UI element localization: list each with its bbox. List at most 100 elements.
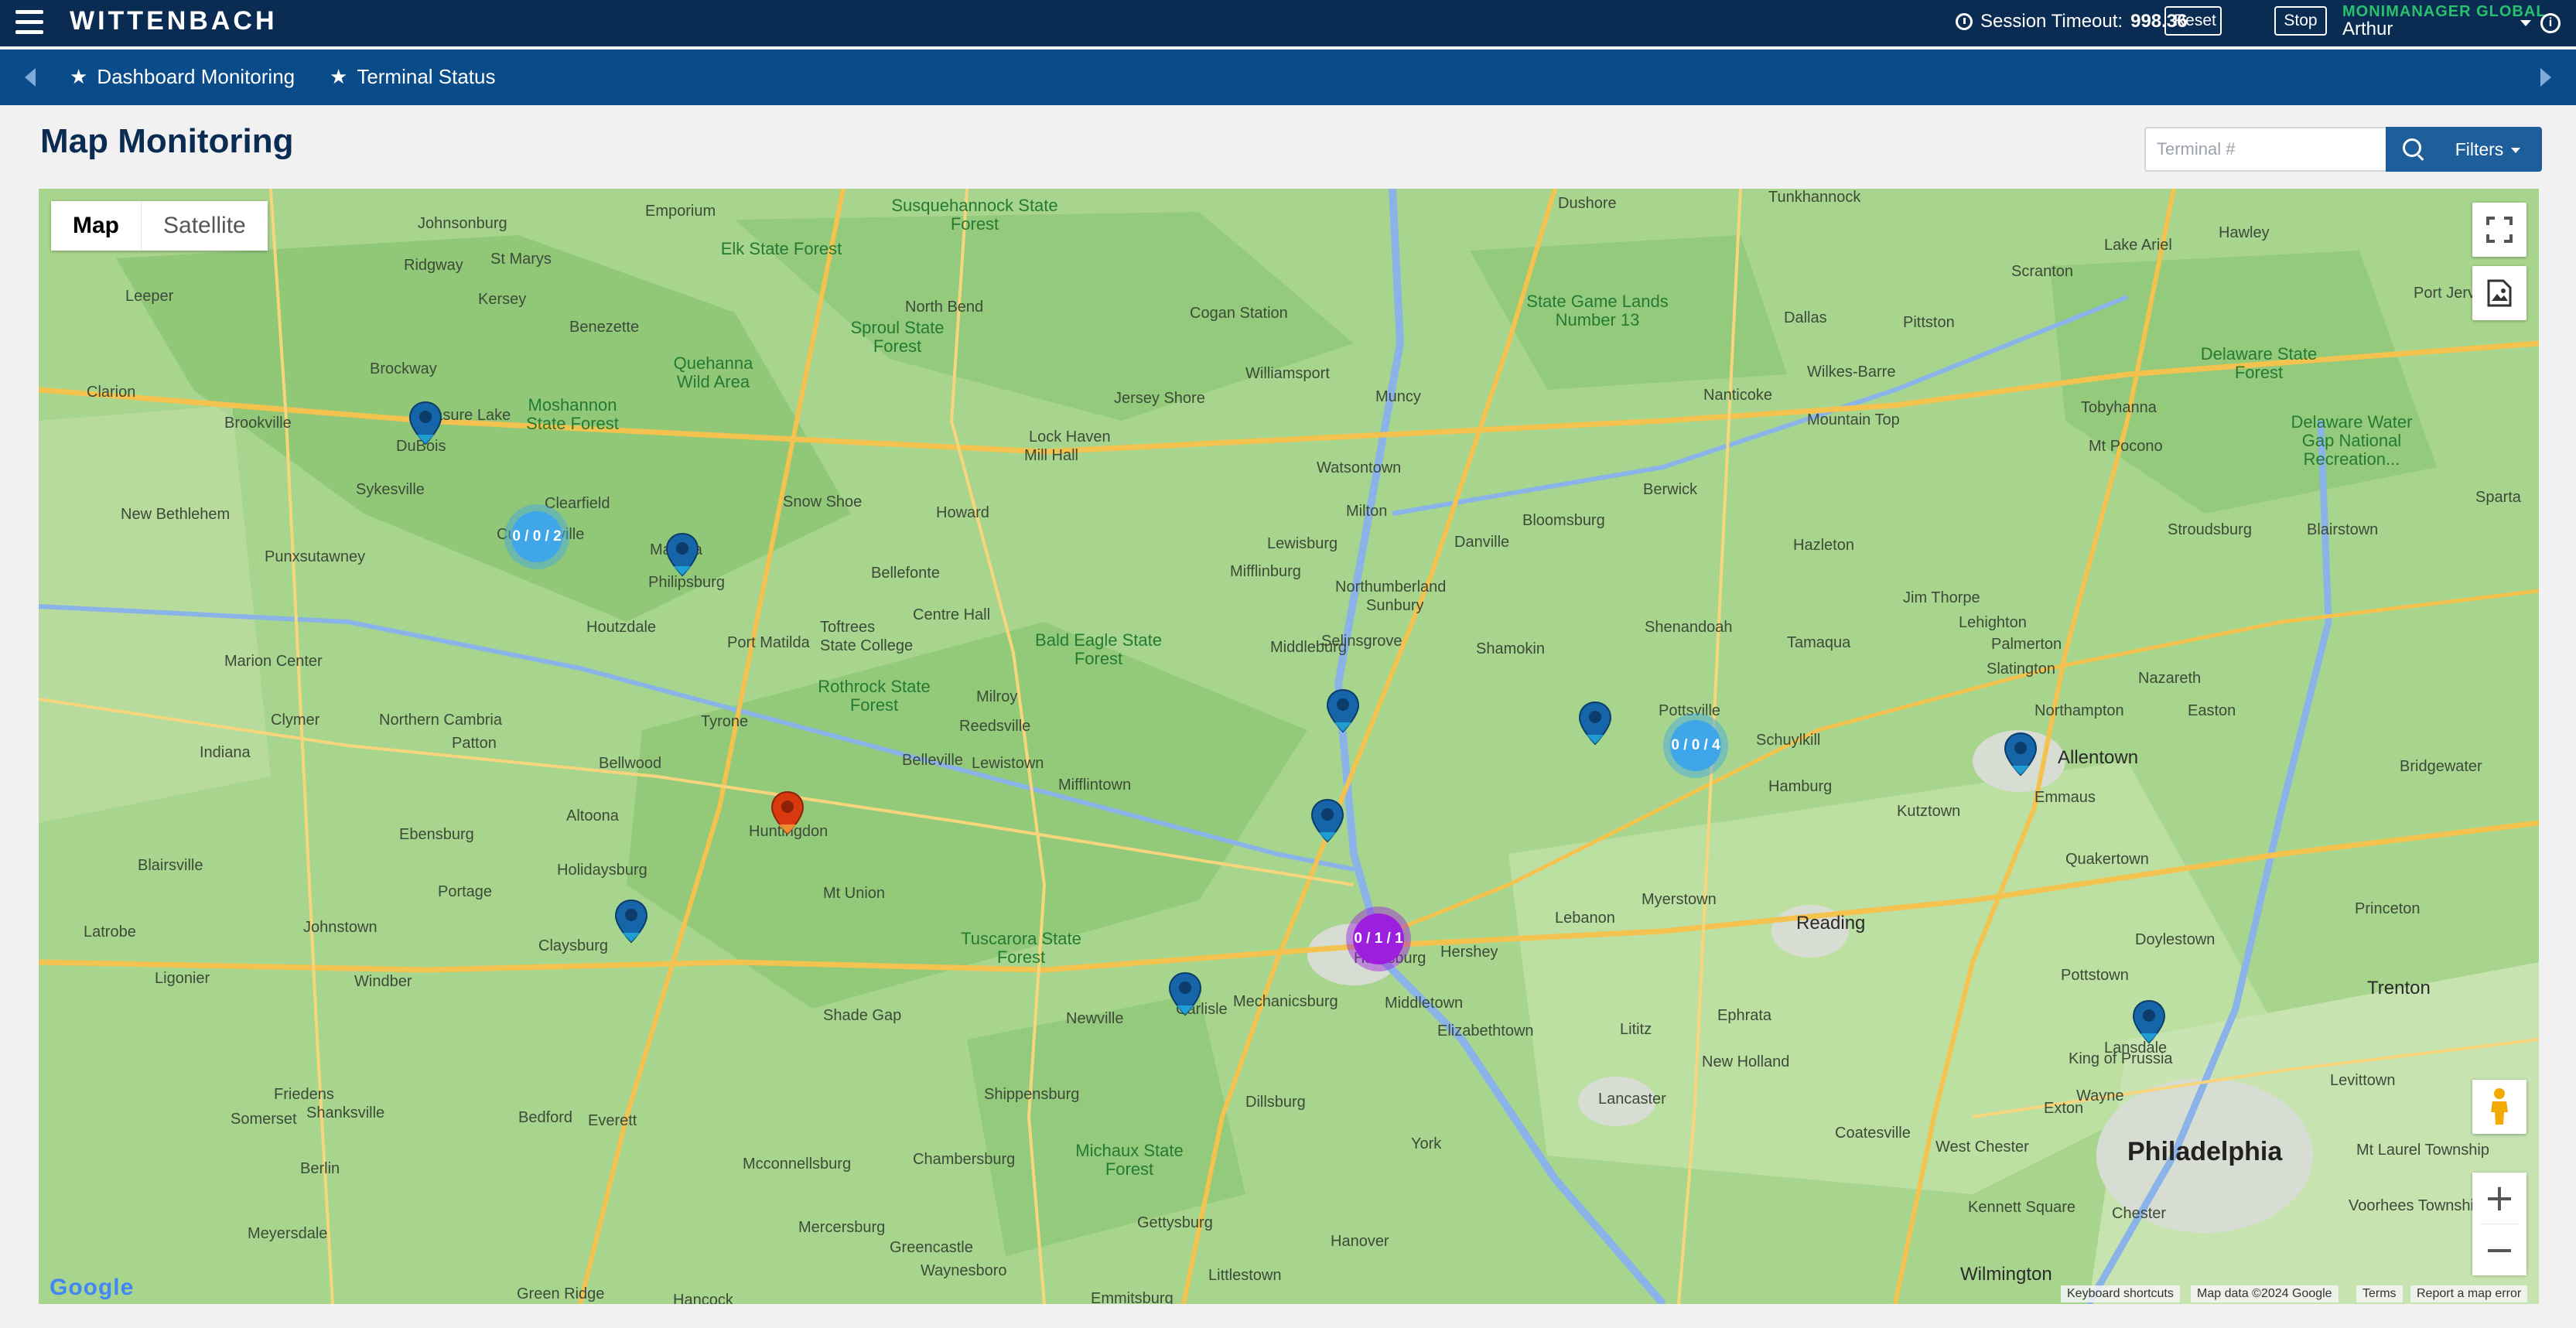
map-place-label: Tuscarora State Forest	[961, 929, 1081, 967]
map-place-label: Mechanicsburg	[1233, 993, 1338, 1010]
terminal-cluster[interactable]: 0 / 0 / 2	[504, 504, 569, 569]
map-place-label: Elk State Forest	[720, 239, 842, 258]
map-place-label: Claysburg	[538, 937, 609, 954]
top-bar: WITTENBACH Session Timeout: 998.36 Reset…	[0, 0, 2576, 46]
map-place-label: Windber	[354, 973, 412, 990]
map-place-label: Everett	[588, 1112, 637, 1129]
terminal-pin-icon[interactable]	[614, 899, 648, 944]
map-place-label: Palmerton	[1991, 636, 2062, 653]
map-place-label: Bellefonte	[871, 565, 940, 582]
map-place-label: Lock Haven	[1029, 428, 1111, 446]
map-place-label: Tamaqua	[1787, 634, 1851, 651]
keyboard-shortcuts-link[interactable]: Keyboard shortcuts	[2061, 1285, 2180, 1302]
map-place-label: Susquehannock State Forest	[891, 196, 1058, 234]
terminal-search-input[interactable]	[2144, 127, 2386, 172]
terminal-pin-icon[interactable]	[1578, 701, 1612, 746]
terminal-cluster[interactable]: 0 / 1 / 1	[1346, 906, 1411, 971]
map-place-label: Mill Hall	[1024, 447, 1078, 464]
map-place-label: Snow Shoe	[783, 493, 863, 510]
star-icon: ★	[330, 65, 348, 88]
map-place-label: Mountain Top	[1807, 411, 1900, 428]
map-canvas[interactable]: Johnsonburg Ridgway St Marys Emporium Ke…	[39, 189, 2539, 1304]
map-place-label: Mifflintown	[1058, 777, 1132, 794]
map-place-label: Voorhees Township	[2349, 1197, 2483, 1214]
map-place-label: Littlestown	[1208, 1267, 1282, 1284]
map-place-label: Trenton	[2367, 978, 2431, 999]
tab-dashboard-monitoring[interactable]: ★ Dashboard Monitoring	[70, 65, 295, 89]
tab-terminal-status[interactable]: ★ Terminal Status	[330, 65, 496, 89]
alarm-clock-icon	[1956, 13, 1973, 30]
zoom-in-button[interactable]: +	[2472, 1173, 2526, 1224]
map-place-label: Kennett Square	[1968, 1199, 2075, 1216]
terminal-pin-icon[interactable]	[1168, 971, 1202, 1016]
search-button[interactable]	[2386, 127, 2440, 172]
pegman-icon	[2491, 1088, 2508, 1125]
filters-button[interactable]: Filters	[2434, 127, 2542, 172]
map-place-label: Delaware State Forest	[2200, 344, 2318, 382]
map-place-label: Northampton	[2034, 702, 2124, 719]
terminal-pin-icon[interactable]	[2004, 732, 2038, 777]
map-place-label: Slatington	[1987, 661, 2055, 678]
google-logo[interactable]: Google	[50, 1275, 134, 1301]
map-place-label: Chester	[2112, 1205, 2167, 1222]
map-place-label: Lititz	[1620, 1021, 1652, 1038]
map-place-label: New Bethlehem	[121, 506, 231, 523]
map-place-label: Bedford	[518, 1109, 573, 1126]
map-place-label: Quakertown	[2065, 851, 2149, 868]
map-type-satellite-button[interactable]: Satellite	[142, 201, 268, 251]
map-place-label: Howard	[936, 504, 989, 521]
search-icon	[2403, 138, 2421, 157]
map-place-label: Coatesville	[1835, 1125, 1911, 1142]
reset-button[interactable]: Reset	[2164, 6, 2222, 36]
map-place-label: Myerstown	[1642, 891, 1717, 908]
terminal-pin-icon[interactable]	[1310, 798, 1344, 843]
map-place-label: Nanticoke	[1703, 387, 1772, 404]
map-place-label: Emmaus	[2034, 789, 2096, 806]
map-place-label: Latrobe	[84, 923, 136, 941]
map-place-label: Jersey Shore	[1114, 390, 1205, 407]
terminal-pin-icon[interactable]	[408, 401, 442, 446]
map-type-map-button[interactable]: Map	[51, 201, 141, 251]
map-place-label: Green Ridge	[517, 1285, 605, 1302]
map-place-label: Portage	[438, 883, 493, 900]
map-place-label: Pittston	[1903, 314, 1955, 331]
map-place-label: Levittown	[2330, 1072, 2396, 1089]
info-icon[interactable]: i	[2540, 13, 2561, 33]
map-place-label: Bald Eagle State Forest	[1035, 630, 1162, 668]
map-place-label: Pottstown	[2061, 967, 2129, 984]
map-place-label: Clarion	[87, 384, 136, 401]
hamburger-menu-icon[interactable]	[15, 10, 43, 35]
map-place-label: Berlin	[300, 1160, 340, 1177]
stop-button[interactable]: Stop	[2274, 6, 2327, 36]
tab-scroll-left-icon[interactable]	[25, 68, 36, 87]
terminal-cluster[interactable]: 0 / 0 / 4	[1663, 713, 1728, 778]
zoom-out-button[interactable]: −	[2472, 1224, 2526, 1275]
terminal-pin-icon[interactable]	[665, 532, 699, 577]
street-view-pegman-button[interactable]	[2472, 1080, 2526, 1134]
map-place-label: Port Matilda	[727, 634, 810, 651]
map-place-label: Lancaster	[1598, 1091, 1666, 1108]
terms-link[interactable]: Terms	[2356, 1285, 2403, 1302]
export-image-button[interactable]	[2472, 266, 2526, 320]
terminal-alert-pin-icon[interactable]	[770, 790, 805, 835]
terminal-pin-icon[interactable]	[2132, 999, 2166, 1044]
map-place-label: Allentown	[2058, 747, 2139, 768]
user-menu-caret-icon[interactable]	[2520, 20, 2531, 26]
report-map-error-link[interactable]: Report a map error	[2410, 1285, 2528, 1302]
map-type-control: Map Satellite	[51, 201, 268, 251]
session-timeout: Session Timeout: 998.36	[1956, 11, 2188, 32]
user-name[interactable]: Arthur	[2342, 19, 2393, 40]
map-place-label: Toftrees	[820, 619, 876, 636]
app-logo: WITTENBACH	[70, 6, 278, 36]
map-place-label: Brockway	[370, 360, 437, 377]
map-place-label: Benezette	[569, 319, 640, 336]
terminal-pin-icon[interactable]	[1326, 688, 1360, 733]
map-place-label: Marion Center	[224, 653, 323, 670]
map-place-label: Lewisburg	[1267, 535, 1338, 552]
tab-scroll-right-icon[interactable]	[2540, 68, 2551, 87]
map-place-label: Philadelphia	[2127, 1137, 2283, 1166]
fullscreen-button[interactable]	[2472, 203, 2526, 257]
map-place-label: Moshannon State Forest	[526, 395, 619, 433]
map-place-label: Holidaysburg	[557, 862, 647, 879]
map-place-label: Punxsutawney	[265, 548, 366, 565]
